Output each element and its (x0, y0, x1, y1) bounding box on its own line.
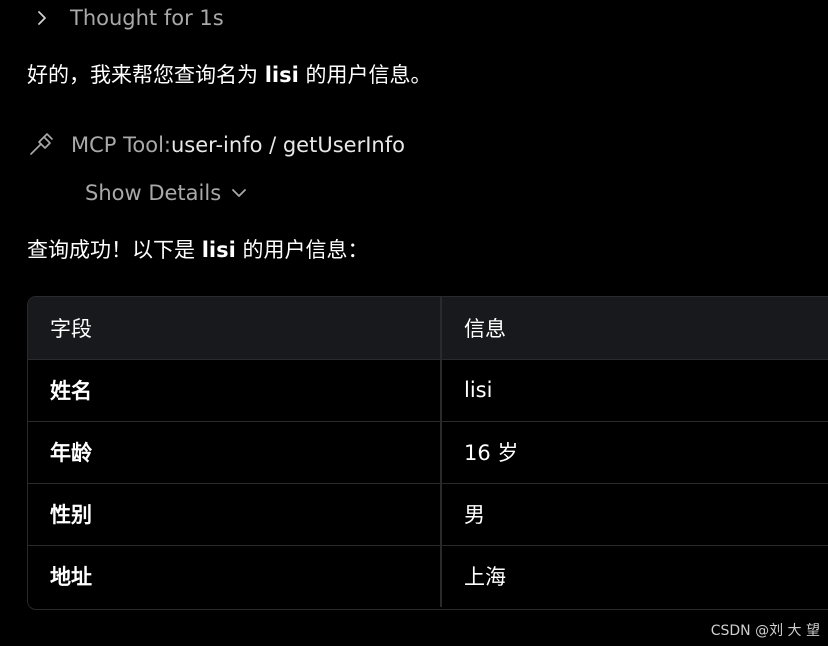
result-before: 查询成功！以下是 (27, 238, 202, 262)
table-header-row: 字段 信息 (28, 297, 828, 360)
show-details-button[interactable]: Show Details (85, 178, 247, 208)
table-row: 姓名 lisi (28, 359, 828, 422)
tool-name: user-info / getUserInfo (171, 133, 405, 157)
intro-after: 的用户信息。 (298, 63, 432, 87)
row-field: 年龄 (28, 421, 442, 484)
row-value: lisi (441, 359, 828, 422)
header-info: 信息 (441, 297, 828, 360)
result-after: 的用户信息： (235, 238, 369, 262)
table-row: 年龄 16 岁 (28, 421, 828, 484)
tool-prefix: MCP Tool: (71, 133, 171, 157)
hammer-icon (28, 132, 54, 158)
thought-label: Thought for 1s (70, 6, 224, 30)
row-field: 性别 (28, 483, 442, 546)
result-message: 查询成功！以下是 lisi 的用户信息： (27, 235, 368, 265)
row-value: 男 (441, 483, 828, 546)
chevron-down-icon (231, 185, 247, 201)
show-details-label: Show Details (85, 181, 222, 205)
intro-username: lisi (264, 63, 299, 87)
table-row: 性别 男 (28, 483, 828, 546)
intro-message: 好的，我来帮您查询名为 lisi 的用户信息。 (27, 60, 431, 90)
row-field: 姓名 (28, 359, 442, 422)
row-field: 地址 (28, 545, 442, 607)
result-username: lisi (201, 238, 236, 262)
chevron-right-icon (34, 10, 50, 26)
table-row: 地址 上海 (28, 545, 828, 607)
row-value: 上海 (441, 545, 828, 607)
row-value: 16 岁 (441, 421, 828, 484)
thought-toggle[interactable]: Thought for 1s (34, 4, 224, 32)
user-info-table: 字段 信息 姓名 lisi 年龄 16 岁 性别 男 地址 上海 (27, 296, 828, 610)
watermark: CSDN @刘 大 望 (710, 623, 820, 639)
header-field: 字段 (28, 297, 442, 360)
intro-before: 好的，我来帮您查询名为 (27, 63, 265, 87)
mcp-tool-row: MCP Tool: user-info / getUserInfo (28, 130, 405, 160)
